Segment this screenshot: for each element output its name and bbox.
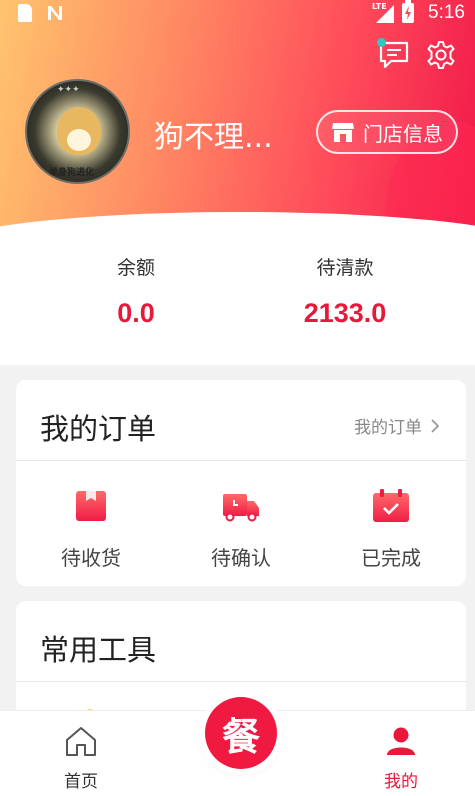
nav-home[interactable]: 首页: [41, 725, 121, 792]
user-icon: [387, 727, 415, 755]
orders-card: 我的订单 我的订单 待收货 待确认 已完成: [16, 380, 466, 586]
status-bar: LTE 5:16: [0, 0, 475, 28]
username: 狗不理...: [154, 120, 273, 155]
order-food-button[interactable]: 餐: [205, 697, 277, 769]
signal-icon: LTE: [372, 2, 395, 23]
header-curve: [0, 212, 475, 245]
tools-title: 常用工具: [40, 633, 157, 667]
divider: [16, 681, 466, 682]
balance-value: 0.0: [117, 298, 155, 328]
store-info-label: 门店信息: [363, 121, 443, 146]
pending-column[interactable]: 待清款 2133.0: [245, 253, 445, 329]
doge-image: [57, 107, 101, 155]
balance-column[interactable]: 余额 0.0: [36, 253, 236, 329]
avatar-caption: 单身狗进化: [49, 168, 95, 178]
order-to-confirm[interactable]: 待确认: [181, 488, 301, 571]
order-to-receive-label: 待收货: [61, 546, 121, 570]
balance-label: 余额: [116, 257, 155, 279]
orders-more-link[interactable]: 我的订单: [354, 413, 440, 438]
balance-panel: 余额 0.0 待清款 2133.0: [0, 245, 475, 365]
order-food-label: 餐: [221, 714, 260, 759]
nav-mine-label: 我的: [384, 772, 418, 792]
store-icon: [332, 123, 354, 142]
avatar-top-scribble: ✦✦✦: [57, 85, 80, 95]
truck-icon: [223, 494, 259, 522]
avatar[interactable]: ✦✦✦ 单身狗进化: [25, 79, 130, 184]
nav-mine[interactable]: 我的: [361, 725, 441, 792]
battery-icon: [402, 0, 415, 23]
pending-label: 待清款: [316, 257, 374, 279]
nav-home-label: 首页: [64, 772, 98, 792]
order-completed-label: 已完成: [361, 546, 421, 570]
orders-title: 我的订单: [40, 412, 157, 446]
store-info-button[interactable]: 门店信息: [316, 110, 458, 154]
chevron-right-icon: [431, 418, 440, 433]
n-icon: [48, 6, 62, 20]
order-to-confirm-label: 待确认: [211, 546, 271, 570]
orders-more-label: 我的订单: [354, 418, 422, 438]
home-icon: [66, 727, 96, 756]
clock: 5:16: [428, 2, 465, 23]
notification-dot: [377, 38, 386, 47]
calendar-check-icon: [373, 489, 409, 522]
divider: [16, 460, 466, 461]
order-to-receive[interactable]: 待收货: [31, 488, 151, 571]
network-type: LTE: [372, 2, 387, 11]
order-completed[interactable]: 已完成: [331, 488, 451, 571]
gear-icon[interactable]: [426, 40, 456, 70]
pending-value: 2133.0: [303, 298, 387, 328]
sim-icon: [18, 4, 32, 22]
package-icon: [76, 491, 106, 521]
